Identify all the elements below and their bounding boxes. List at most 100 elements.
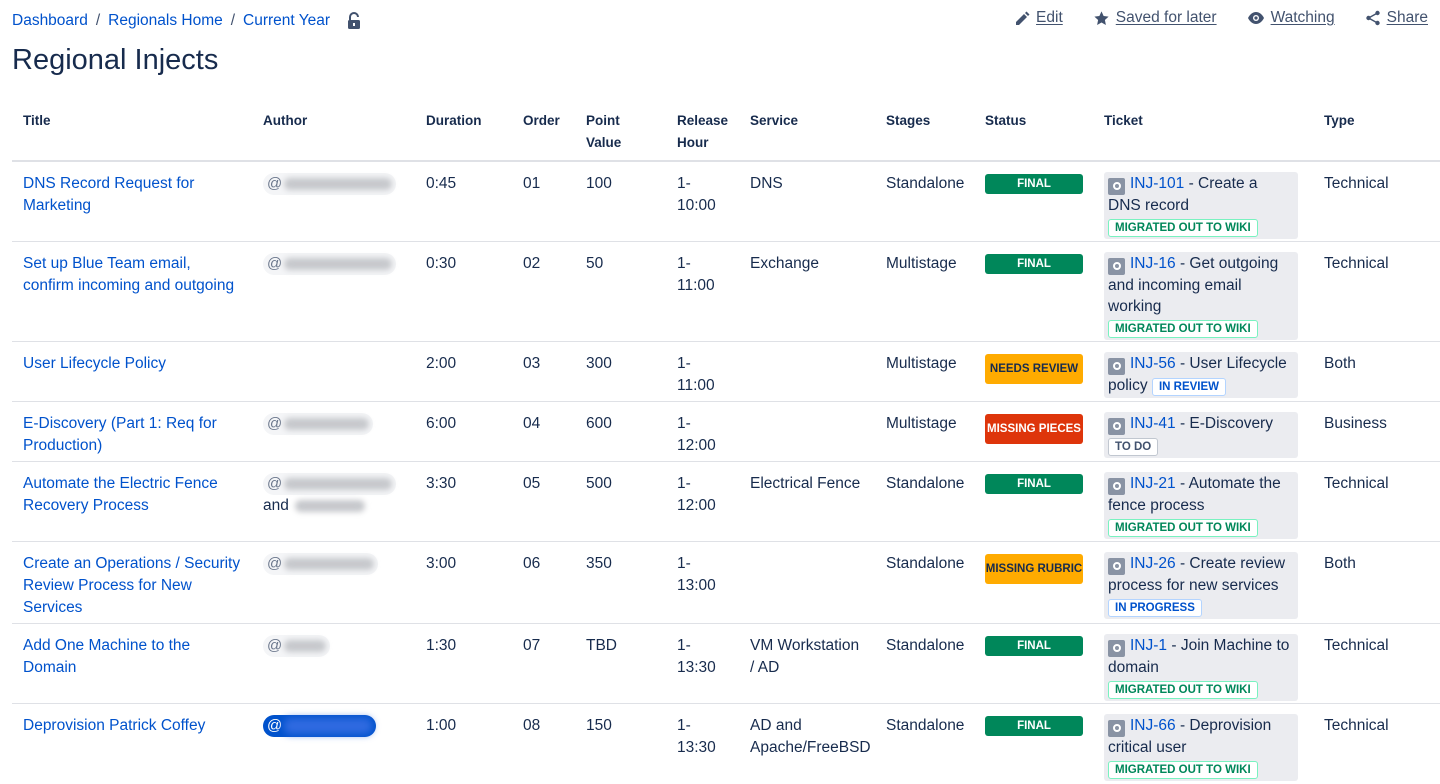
jira-ticket[interactable]: INJ-1 - Join Machine to domain MIGRATED O…: [1104, 634, 1298, 701]
author-mention[interactable]: @: [263, 413, 374, 435]
status-badge: FINAL: [985, 716, 1083, 736]
column-header-author[interactable]: Author: [252, 100, 415, 160]
ticket-key-link[interactable]: INJ-56: [1130, 355, 1176, 372]
column-header-ticket[interactable]: Ticket: [1093, 100, 1313, 160]
share-label: Share: [1386, 9, 1428, 26]
author-and-text: and: [263, 497, 289, 514]
jira-issue-icon: [1108, 417, 1125, 435]
breadcrumb-regionals-home[interactable]: Regionals Home: [108, 12, 223, 30]
column-header-point-value[interactable]: Point Value: [575, 100, 666, 160]
ticket-key-link[interactable]: INJ-41: [1130, 415, 1176, 432]
release-hour-value: 1-11:00: [677, 255, 715, 294]
inject-title-link[interactable]: User Lifecycle Policy: [23, 355, 166, 372]
duration-value: 6:00: [426, 415, 457, 432]
ticket-status-lozenge: MIGRATED OUT TO WIKI: [1108, 319, 1258, 338]
stages-value: Standalone: [886, 475, 965, 492]
service-value: [739, 542, 875, 623]
jira-ticket[interactable]: INJ-26 - Create review process for new s…: [1104, 552, 1298, 619]
ticket-status-lozenge: IN REVIEW: [1151, 377, 1227, 396]
breadcrumb-current-year[interactable]: Current Year: [243, 12, 330, 30]
edit-button[interactable]: Edit: [1014, 9, 1063, 27]
column-header-release-hour[interactable]: Release Hour: [666, 100, 739, 160]
release-hour-value: 1-13:30: [677, 637, 716, 676]
service-value: Exchange: [750, 255, 819, 272]
duration-value: 3:30: [426, 475, 457, 492]
unlock-icon[interactable]: [346, 12, 362, 30]
jira-ticket[interactable]: INJ-41 - E-Discovery TO DO: [1104, 412, 1298, 458]
status-badge: MISSING RUBRIC: [985, 554, 1083, 584]
table-row: Add One Machine to the Domain @ 1:30 07 …: [12, 624, 1440, 704]
author-mention[interactable]: @: [263, 635, 331, 657]
inject-title-link[interactable]: Deprovision Patrick Coffey: [23, 717, 205, 734]
ticket-key-link[interactable]: INJ-21: [1130, 475, 1176, 492]
ticket-key-link[interactable]: INJ-101: [1130, 175, 1184, 192]
stages-value: Multistage: [886, 355, 957, 372]
table-row: DNS Record Request for Marketing @ 0:45 …: [12, 162, 1440, 242]
ticket-key-link[interactable]: INJ-1: [1130, 637, 1167, 654]
column-header-status[interactable]: Status: [974, 100, 1093, 160]
author-mention[interactable]: @: [263, 253, 397, 275]
breadcrumb-separator: /: [95, 12, 101, 29]
type-value: Technical: [1324, 175, 1389, 192]
watching-button[interactable]: Watching: [1247, 9, 1335, 27]
ticket-key-link[interactable]: INJ-16: [1130, 255, 1176, 272]
point-value: TBD: [586, 637, 617, 654]
release-hour-value: 1-11:00: [677, 355, 715, 394]
duration-value: 3:00: [426, 555, 457, 572]
release-hour-value: 1-12:00: [677, 475, 716, 514]
author-mention[interactable]: @: [263, 715, 377, 737]
ticket-key-link[interactable]: INJ-26: [1130, 555, 1176, 572]
jira-ticket[interactable]: INJ-66 - Deprovision critical user MIGRAT…: [1104, 714, 1298, 781]
table-row: Set up Blue Team email, confirm incoming…: [12, 242, 1440, 342]
column-header-type[interactable]: Type: [1313, 100, 1413, 160]
inject-title-link[interactable]: Add One Machine to the Domain: [23, 637, 190, 676]
column-header-title[interactable]: Title: [12, 100, 252, 160]
column-header-stages[interactable]: Stages: [875, 100, 974, 160]
jira-ticket[interactable]: INJ-56 - User Lifecycle policy IN REVIEW: [1104, 352, 1298, 398]
duration-value: 1:30: [426, 637, 457, 654]
breadcrumb-dashboard[interactable]: Dashboard: [12, 12, 88, 30]
order-value: 02: [523, 255, 541, 272]
author-mention[interactable]: @: [263, 553, 379, 575]
order-value: 04: [523, 415, 541, 432]
ticket-status-lozenge: MIGRATED OUT TO WIKI: [1108, 218, 1258, 237]
author-mention[interactable]: @: [263, 173, 397, 195]
jira-issue-icon: [1108, 477, 1125, 495]
point-value: 350: [586, 555, 612, 572]
stages-value: Standalone: [886, 717, 965, 734]
page-actions: Edit Saved for later Watching Share: [984, 9, 1428, 27]
inject-title-link[interactable]: E-Discovery (Part 1: Req for Production): [23, 415, 217, 454]
jira-issue-icon: [1108, 557, 1125, 575]
column-header-service[interactable]: Service: [739, 100, 875, 160]
jira-issue-icon: [1108, 357, 1125, 375]
ticket-status-lozenge: IN PROGRESS: [1108, 598, 1202, 617]
type-value: Both: [1324, 555, 1356, 572]
column-header-duration[interactable]: Duration: [415, 100, 512, 160]
point-value: 500: [586, 475, 612, 492]
release-hour-value: 1-13:30: [677, 717, 716, 756]
saved-for-later-button[interactable]: Saved for later: [1093, 9, 1217, 27]
inject-title-link[interactable]: Create an Operations / Security Review P…: [23, 555, 240, 616]
release-hour-value: 1-10:00: [677, 175, 716, 214]
status-badge: FINAL: [985, 474, 1083, 494]
column-header-order[interactable]: Order: [512, 100, 575, 160]
inject-title-link[interactable]: Set up Blue Team email, confirm incoming…: [23, 255, 234, 294]
order-value: 01: [523, 175, 541, 192]
jira-issue-icon: [1108, 719, 1125, 737]
inject-title-link[interactable]: Automate the Electric Fence Recovery Pro…: [23, 475, 218, 514]
pencil-icon: [1016, 11, 1030, 25]
table-row: Automate the Electric Fence Recovery Pro…: [12, 462, 1440, 542]
point-value: 150: [586, 717, 612, 734]
service-value: AD and Apache/FreeBSD: [750, 717, 871, 756]
share-button[interactable]: Share: [1365, 9, 1428, 27]
status-badge: FINAL: [985, 174, 1083, 194]
jira-ticket[interactable]: INJ-16 - Get outgoing and incoming email…: [1104, 252, 1298, 340]
table-row: E-Discovery (Part 1: Req for Production)…: [12, 402, 1440, 462]
page-title: Regional Injects: [12, 44, 219, 76]
jira-ticket[interactable]: INJ-101 - Create a DNS record MIGRATED OU…: [1104, 172, 1298, 239]
author-mention[interactable]: @: [263, 473, 397, 495]
jira-ticket[interactable]: INJ-21 - Automate the fence process MIGRA…: [1104, 472, 1298, 539]
ticket-key-link[interactable]: INJ-66: [1130, 717, 1176, 734]
inject-title-link[interactable]: DNS Record Request for Marketing: [23, 175, 194, 214]
type-value: Technical: [1324, 475, 1389, 492]
